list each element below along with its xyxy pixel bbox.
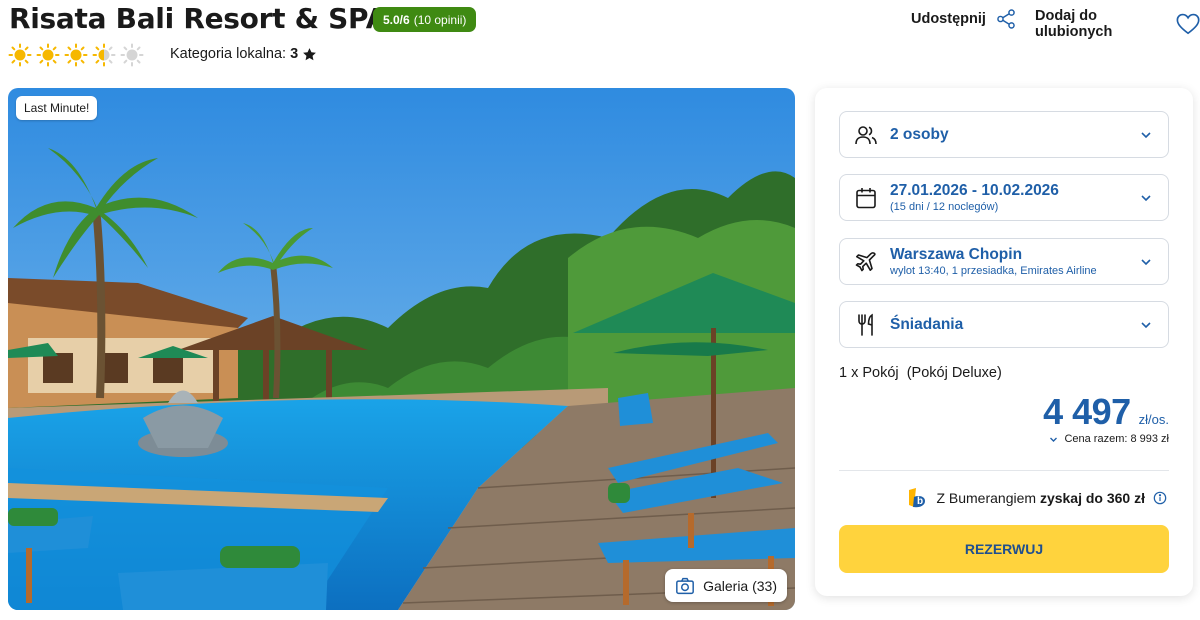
hotel-name: Risata Bali Resort & SPA: [9, 2, 388, 35]
chevron-down-icon: [1050, 437, 1058, 442]
star-icon: [303, 47, 317, 60]
sun-rating: [8, 43, 144, 67]
boomerang-logo-icon: b: [909, 488, 926, 508]
book-button[interactable]: REZERWUJ: [839, 525, 1169, 573]
total-price-toggle[interactable]: Cena razem: 8 993 zł: [1049, 433, 1169, 445]
rating-score: 5.0/6: [383, 12, 410, 27]
half-sun-icon: [92, 43, 116, 67]
share-label: Udostępnij: [911, 11, 986, 27]
travelers-select[interactable]: 2 osoby: [839, 111, 1169, 158]
camera-icon: [676, 577, 694, 594]
boomerang-amount: zyskaj do 360 zł: [1039, 490, 1145, 506]
local-category: Kategoria lokalna: 3: [170, 46, 317, 62]
sun-icon: [36, 43, 60, 67]
sun-empty-icon: [120, 43, 144, 67]
chevron-down-icon: [1141, 258, 1151, 265]
info-icon[interactable]: [1153, 491, 1167, 505]
heart-icon: [1176, 13, 1200, 35]
sun-icon: [64, 43, 88, 67]
boomerang-info: b Z Bumerangiem zyskaj do 360 zł: [906, 487, 1167, 509]
chevron-down-icon: [1141, 194, 1151, 201]
chevron-down-icon: [1141, 321, 1151, 328]
departure-select[interactable]: Warszawa Chopin wylot 13:40, 1 przesiadk…: [839, 238, 1169, 285]
price-amount: 4 497: [1043, 391, 1131, 432]
boomerang-prefix: Z Bumerangiem: [936, 490, 1037, 506]
users-icon: [855, 125, 877, 144]
resort-pool-image: [8, 88, 795, 610]
gallery-label: Galeria (33): [703, 577, 777, 594]
price: 4 497 zł/os.: [1043, 391, 1169, 433]
favorite-button[interactable]: Dodaj do ulubionych: [1035, 8, 1200, 40]
svg-text:b: b: [917, 496, 923, 507]
travelers-value: 2 osoby: [890, 125, 949, 143]
duration-value: (15 dni / 12 noclegów): [890, 201, 999, 213]
divider: [839, 470, 1169, 471]
share-button[interactable]: Udostępnij: [911, 8, 1017, 30]
departure-value: Warszawa Chopin: [890, 246, 1023, 263]
calendar-icon: [856, 187, 876, 208]
total-price: Cena razem: 8 993 zł: [1064, 433, 1169, 445]
gallery-button[interactable]: Galeria (33): [665, 569, 787, 602]
sun-icon: [8, 43, 32, 67]
cutlery-icon: [858, 313, 873, 336]
rating-count: (10 opinii): [413, 12, 467, 27]
dates-select[interactable]: 27.01.2026 - 10.02.2026 (15 dni / 12 noc…: [839, 174, 1169, 221]
board-value: Śniadania: [890, 315, 964, 333]
booking-panel: 2 osoby 27.01.2026 - 10.02.2026 (15 dni …: [815, 88, 1193, 596]
share-icon: [997, 9, 1015, 29]
local-category-label: Kategoria lokalna:: [170, 46, 287, 62]
price-unit: zł/os.: [1138, 412, 1169, 427]
flight-details: wylot 13:40, 1 przesiadka, Emirates Airl…: [890, 265, 1097, 277]
local-category-value: 3: [290, 46, 299, 62]
dates-value: 27.01.2026 - 10.02.2026: [890, 182, 1059, 199]
hotel-photo[interactable]: Last Minute! Galeria (33): [8, 88, 795, 610]
favorite-label: Dodaj do ulubionych: [1035, 8, 1113, 40]
plane-icon: [855, 251, 876, 271]
board-select[interactable]: Śniadania: [839, 301, 1169, 348]
chevron-down-icon: [1141, 131, 1151, 138]
room-info: 1 x Pokój (Pokój Deluxe): [839, 365, 1002, 381]
last-minute-badge: Last Minute!: [16, 96, 98, 120]
rating-badge[interactable]: 5.0/6 (10 opinii): [373, 7, 477, 32]
